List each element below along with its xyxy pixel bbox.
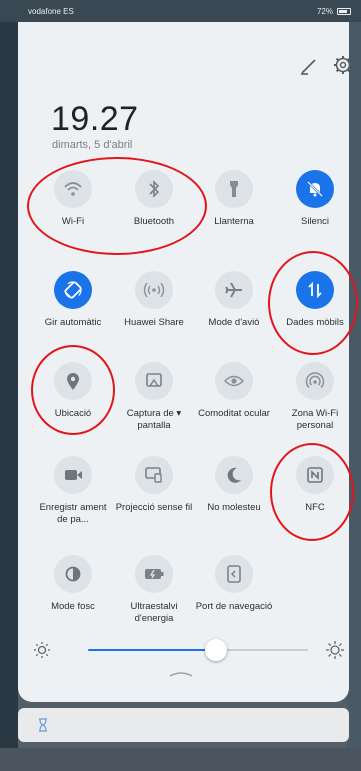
brightness-fill	[88, 649, 216, 651]
tile-mobile-data[interactable]: Dades mòbils	[275, 271, 355, 329]
tile-navigation-dock[interactable]: Port de navegació	[194, 555, 274, 613]
nfc-icon	[296, 456, 334, 494]
tile-do-not-disturb[interactable]: No molesteu	[194, 456, 274, 514]
clock-time: 19.27	[51, 100, 139, 138]
brightness-slider[interactable]	[18, 638, 349, 668]
tile-location[interactable]: Ubicació	[33, 362, 113, 420]
tile-dark-mode[interactable]: Mode fosc	[33, 555, 113, 613]
gear-icon[interactable]	[332, 54, 354, 76]
tile-label: No molesteu	[207, 502, 261, 513]
wireless-projection-icon	[135, 456, 173, 494]
screenshot-icon	[135, 362, 173, 400]
hotspot-icon	[296, 362, 334, 400]
tile-label: Mode fosc	[51, 601, 95, 612]
notification-card[interactable]	[18, 708, 349, 742]
auto-rotate-icon	[54, 271, 92, 309]
carrier-label: vodafone ES	[28, 6, 74, 16]
wallpaper-left	[0, 22, 18, 771]
battery-saver-icon	[135, 555, 173, 593]
tile-airplane[interactable]: Mode d'avió	[194, 271, 274, 329]
status-right: 72%	[317, 7, 351, 16]
tile-silent[interactable]: Silenci	[275, 170, 355, 228]
tile-wireless-projection[interactable]: Projecció sense fil	[114, 456, 194, 514]
moon-icon	[215, 456, 253, 494]
location-icon	[54, 362, 92, 400]
brightness-low-icon	[34, 642, 50, 658]
wifi-icon	[54, 170, 92, 208]
tile-label: Wi-Fi	[61, 216, 85, 227]
tile-label: Zona Wi-Fi personal	[291, 408, 339, 431]
tile-label: Ultraestalvi d'energia	[130, 601, 178, 624]
brightness-thumb[interactable]	[204, 639, 227, 661]
tile-label: Gir automàtic	[44, 317, 102, 328]
tile-label: Huawei Share	[124, 317, 184, 328]
tile-bluetooth[interactable]: Bluetooth	[114, 170, 194, 228]
bluetooth-icon	[135, 170, 173, 208]
brightness-high-icon	[326, 641, 344, 659]
tile-label: Llanterna	[214, 216, 254, 227]
tile-wifi[interactable]: Wi-Fi	[33, 170, 113, 228]
edit-icon[interactable]	[298, 55, 320, 77]
tile-label: Comoditat ocular	[198, 408, 270, 419]
panel-drag-handle[interactable]	[168, 670, 194, 678]
tile-label: Captura de ▾ pantalla	[126, 408, 182, 431]
tile-label: Dades mòbils	[286, 317, 344, 328]
dark-mode-icon	[54, 555, 92, 593]
tile-eye-comfort[interactable]: Comoditat ocular	[194, 362, 274, 420]
flashlight-icon	[215, 170, 253, 208]
tile-label: Projecció sense fil	[115, 502, 193, 513]
tile-flashlight[interactable]: Llanterna	[194, 170, 274, 228]
tile-huawei-share[interactable]: Huawei Share	[114, 271, 194, 329]
tile-label: NFC	[305, 502, 325, 513]
tile-label: Mode d'avió	[208, 317, 260, 328]
hourglass-icon	[39, 718, 47, 732]
date-label: dimarts, 5 d'abril	[52, 139, 133, 151]
tile-hotspot[interactable]: Zona Wi-Fi personal	[275, 362, 355, 432]
tile-screenshot[interactable]: Captura de ▾ pantalla	[114, 362, 194, 432]
navigation-dock-icon	[215, 555, 253, 593]
huawei-share-icon	[135, 271, 173, 309]
screen-record-icon	[54, 456, 92, 494]
tile-nfc[interactable]: NFC	[275, 456, 355, 514]
battery-icon	[337, 7, 351, 15]
tile-battery-saver[interactable]: Ultraestalvi d'energia	[114, 555, 194, 625]
airplane-icon	[215, 271, 253, 309]
status-bar: vodafone ES 72%	[0, 0, 361, 22]
tile-label: Port de navegació	[195, 601, 273, 612]
tile-label: Bluetooth	[133, 216, 175, 227]
mobile-data-icon	[296, 271, 334, 309]
eye-icon	[215, 362, 253, 400]
battery-percent: 72%	[316, 6, 333, 16]
wallpaper-bottom	[0, 748, 361, 771]
tile-label: Silenci	[301, 216, 329, 227]
tile-label: Ubicació	[54, 408, 92, 419]
tile-label: Enregistr ament de pa...	[39, 502, 107, 525]
tile-screen-record[interactable]: Enregistr ament de pa...	[33, 456, 113, 526]
bell-off-icon	[296, 170, 334, 208]
tile-auto-rotate[interactable]: Gir automàtic	[33, 271, 113, 329]
